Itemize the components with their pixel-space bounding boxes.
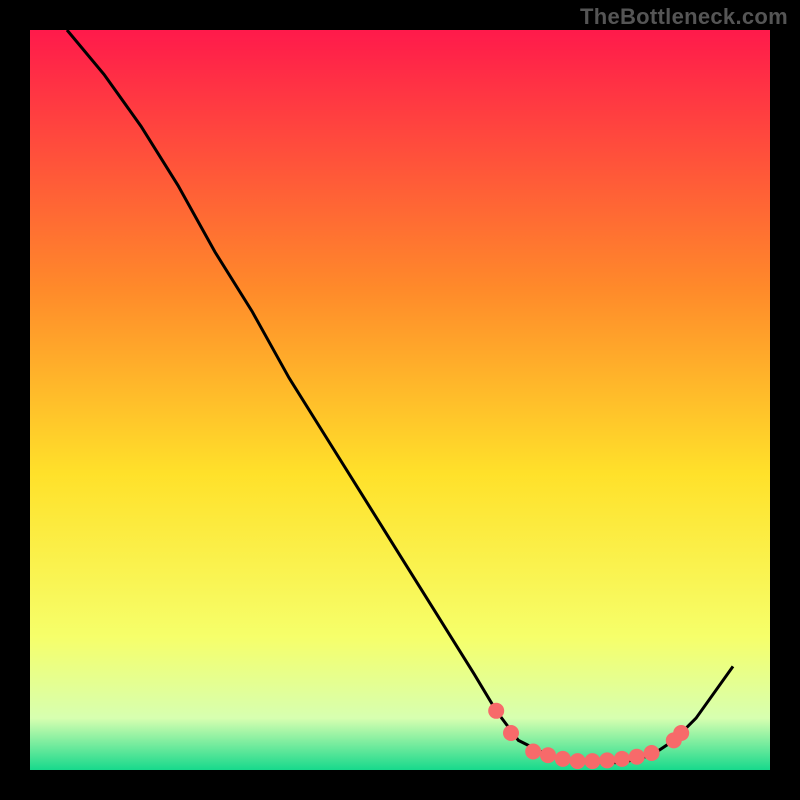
marker-dot <box>629 749 645 765</box>
marker-dot <box>488 703 504 719</box>
marker-dot <box>673 725 689 741</box>
plot-area <box>30 30 770 770</box>
marker-dot <box>525 744 541 760</box>
marker-dot <box>584 753 600 769</box>
gradient-background <box>30 30 770 770</box>
marker-dot <box>644 745 660 761</box>
marker-dot <box>599 752 615 768</box>
chart-frame: TheBottleneck.com <box>0 0 800 800</box>
chart-svg <box>30 30 770 770</box>
marker-dot <box>503 725 519 741</box>
marker-dot <box>555 751 571 767</box>
marker-dot <box>540 747 556 763</box>
marker-dot <box>570 753 586 769</box>
marker-dot <box>614 751 630 767</box>
attribution-label: TheBottleneck.com <box>580 4 788 30</box>
